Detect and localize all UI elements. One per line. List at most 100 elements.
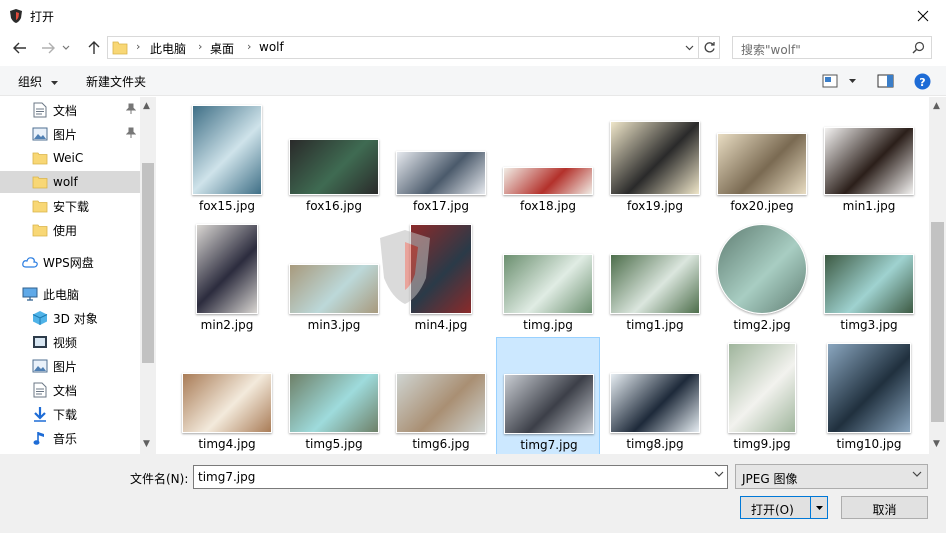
search-placeholder: 搜索"wolf" — [741, 43, 801, 57]
file-tile[interactable]: min2.jpg — [175, 218, 279, 336]
sidebar-scroll-thumb[interactable] — [142, 163, 154, 363]
sidebar-item[interactable]: wolf — [0, 171, 140, 193]
file-name-label: fox17.jpg — [413, 199, 469, 213]
file-tile[interactable]: fox19.jpg — [603, 99, 707, 217]
file-name-label: timg3.jpg — [840, 318, 898, 332]
cancel-button[interactable]: 取消 — [841, 496, 928, 519]
thumbnail-frame — [817, 99, 921, 195]
file-tile[interactable]: timg3.jpg — [817, 218, 921, 336]
forward-button[interactable] — [38, 38, 58, 58]
sidebar-item-label: 下载 — [53, 407, 78, 422]
file-name-label: timg9.jpg — [733, 437, 791, 451]
address-bar[interactable]: › 此电脑 › 桌面 › wolf — [107, 36, 699, 59]
sidebar-item[interactable]: 图片 — [0, 123, 140, 145]
file-tile[interactable]: fox15.jpg — [175, 99, 279, 217]
scroll-up-icon[interactable]: ▲ — [143, 101, 150, 111]
close-button[interactable] — [900, 0, 946, 32]
bottom-bar: 文件名(N): timg7.jpg JPEG 图像 打开(O) 取消 — [0, 454, 946, 533]
preview-pane-button[interactable] — [877, 72, 894, 90]
search-input[interactable]: 搜索"wolf" — [732, 36, 932, 59]
open-button[interactable]: 打开(O) — [740, 496, 828, 519]
sidebar-item[interactable]: WeiC — [0, 147, 140, 169]
document-icon — [32, 382, 48, 398]
computer-icon — [22, 286, 38, 302]
file-tile[interactable]: timg1.jpg — [603, 218, 707, 336]
file-tile[interactable]: timg7.jpg — [496, 337, 600, 454]
sidebar-item-label: 音乐 — [53, 431, 78, 446]
file-tile[interactable]: timg6.jpg — [389, 337, 493, 454]
sidebar-item[interactable]: 使用 — [0, 219, 140, 241]
sidebar-item[interactable]: WPS网盘 — [0, 251, 140, 273]
sidebar-item[interactable]: 安下载 — [0, 195, 140, 217]
file-tile[interactable]: timg.jpg — [496, 218, 600, 336]
filename-input[interactable]: timg7.jpg — [193, 465, 728, 489]
file-tile[interactable]: fox16.jpg — [282, 99, 386, 217]
arrow-up-icon — [88, 41, 100, 54]
file-tile[interactable]: timg4.jpg — [175, 337, 279, 454]
thumbnail-frame — [817, 337, 921, 433]
file-tile[interactable]: fox18.jpg — [496, 99, 600, 217]
open-label: 打开(O) — [751, 503, 794, 517]
breadcrumb-wolf[interactable]: wolf — [259, 40, 284, 54]
app-shield-icon — [10, 9, 22, 23]
file-tile[interactable]: min4.jpg — [389, 218, 493, 336]
close-icon — [917, 10, 929, 22]
file-tile[interactable]: timg9.jpg — [710, 337, 814, 454]
image-thumbnail — [289, 264, 379, 314]
sidebar-item[interactable]: 下载 — [0, 403, 140, 425]
file-tile[interactable]: min1.jpg — [817, 99, 921, 217]
file-name-label: min3.jpg — [307, 318, 361, 332]
file-tile[interactable]: timg2.jpg — [710, 218, 814, 336]
file-tile[interactable]: min3.jpg — [282, 218, 386, 336]
breadcrumb-desktop[interactable]: 桌面 — [210, 40, 234, 57]
chevron-down-icon[interactable] — [714, 471, 724, 478]
sidebar-item[interactable]: 图片 — [0, 355, 140, 377]
up-button[interactable] — [84, 38, 104, 58]
breadcrumb-this-pc[interactable]: 此电脑 — [150, 40, 186, 57]
scroll-down-icon[interactable]: ▼ — [933, 439, 940, 449]
sidebar-item-label: WeiC — [53, 151, 84, 165]
filetype-select[interactable]: JPEG 图像 — [735, 464, 928, 489]
file-grid-scrollbar[interactable]: ▲ ▼ — [929, 97, 946, 454]
help-button[interactable]: ? — [914, 72, 931, 90]
image-thumbnail — [824, 127, 914, 195]
caret-down-icon — [849, 79, 856, 83]
organize-label: 组织 — [18, 75, 43, 89]
file-grid-scroll-thumb[interactable] — [931, 222, 944, 422]
sidebar-item[interactable]: 文档 — [0, 379, 140, 401]
open-options-dropdown[interactable] — [810, 497, 827, 518]
file-tile[interactable]: timg10.jpg — [817, 337, 921, 454]
file-tile[interactable]: fox17.jpg — [389, 99, 493, 217]
image-thumbnail — [503, 254, 593, 314]
scroll-down-icon[interactable]: ▼ — [143, 439, 150, 449]
address-row: › 此电脑 › 桌面 › wolf 搜索"wolf" — [0, 32, 946, 62]
file-name-label: fox16.jpg — [306, 199, 362, 213]
file-name-label: timg1.jpg — [626, 318, 684, 332]
scroll-up-icon[interactable]: ▲ — [933, 101, 940, 111]
file-name-label: timg6.jpg — [412, 437, 470, 451]
new-folder-button[interactable]: 新建文件夹 — [86, 73, 146, 90]
recent-locations-button[interactable] — [60, 38, 72, 58]
refresh-button[interactable] — [699, 36, 720, 59]
file-tile[interactable]: timg8.jpg — [603, 337, 707, 454]
sidebar-item[interactable]: 3D 对象 — [0, 307, 140, 329]
sidebar-item[interactable]: 此电脑 — [0, 283, 140, 305]
sidebar-item-label: 使用 — [53, 223, 78, 238]
thumbnail-frame — [710, 99, 814, 195]
back-button[interactable] — [10, 38, 30, 58]
file-tile[interactable]: fox20.jpeg — [710, 99, 814, 217]
file-name-label: timg8.jpg — [626, 437, 684, 451]
chevron-down-icon — [912, 471, 922, 477]
address-history-dropdown[interactable] — [682, 40, 696, 56]
sidebar-item[interactable]: 文档 — [0, 99, 140, 121]
arrow-left-icon — [13, 42, 26, 54]
filename-value: timg7.jpg — [198, 470, 256, 484]
chevron-down-icon — [685, 45, 693, 51]
view-options-button[interactable] — [822, 72, 857, 90]
thumbnail-frame — [496, 218, 600, 314]
file-tile[interactable]: timg5.jpg — [282, 337, 386, 454]
sidebar-item[interactable]: 视频 — [0, 331, 140, 353]
sidebar-item[interactable]: 音乐 — [0, 427, 140, 449]
organize-menu-button[interactable]: 组织 — [18, 73, 59, 90]
sidebar-scrollbar[interactable]: ▲ ▼ — [140, 97, 156, 454]
